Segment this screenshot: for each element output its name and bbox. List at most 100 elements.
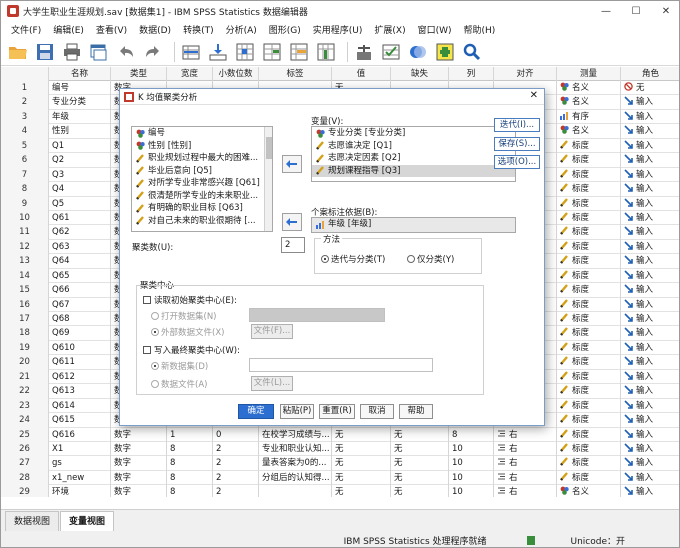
table-row[interactable]: 28 x1_new 数字 8 2 分组后的认知得... 无无 10 右标度 输入 xyxy=(1,470,679,486)
cell-values[interactable]: 无 xyxy=(332,441,391,457)
cell-name[interactable]: 编号 xyxy=(49,81,111,96)
target-variable-item[interactable]: 专业分类 [专业分类] xyxy=(312,127,515,140)
cell-measure[interactable]: 标度 xyxy=(557,470,621,486)
header-align[interactable]: 对齐 xyxy=(494,67,557,81)
cell-label[interactable] xyxy=(259,485,332,497)
cell-name[interactable]: 专业分类 xyxy=(49,95,111,110)
cell-name[interactable]: Q611 xyxy=(49,355,111,370)
cell-measure[interactable]: 标度 xyxy=(557,340,621,356)
cell-columns[interactable]: 10 xyxy=(449,470,494,486)
cell-role[interactable]: 输入 xyxy=(621,269,679,283)
header-role[interactable]: 角色 xyxy=(621,67,679,81)
cell-name[interactable]: Q614 xyxy=(49,398,111,414)
move-to-variables-button[interactable] xyxy=(282,155,302,173)
insert-case-icon[interactable] xyxy=(288,41,310,63)
cell-measure[interactable]: 标度 xyxy=(557,225,621,240)
cell-name[interactable]: Q63 xyxy=(49,239,111,255)
header-width[interactable]: 宽度 xyxy=(167,67,213,81)
cell-missing[interactable]: 无 xyxy=(391,485,449,497)
header-values[interactable]: 值 xyxy=(332,67,391,81)
cell-name[interactable]: gs xyxy=(49,456,111,471)
cell-width[interactable]: 8 xyxy=(167,470,213,486)
cell-role[interactable]: 输入 xyxy=(621,197,679,211)
table-row[interactable]: 25 Q616 数字 1 0 在校学习成绩与... 无无 8 右标度 输入 xyxy=(1,427,679,442)
cell-width[interactable]: 8 xyxy=(167,485,213,497)
cell-name[interactable]: 性别 xyxy=(49,124,111,139)
source-variable-item[interactable]: 毕业后意向 [Q5] xyxy=(132,165,272,178)
cell-measure[interactable]: 标度 xyxy=(557,413,621,428)
cell-role[interactable]: 输入 xyxy=(621,110,679,124)
cell-role[interactable]: 输入 xyxy=(621,370,679,384)
cell-width[interactable]: 1 xyxy=(167,427,213,442)
scrollbar-thumb[interactable] xyxy=(266,137,272,159)
cell-role[interactable]: 输入 xyxy=(621,153,679,167)
cell-role[interactable]: 输入 xyxy=(621,95,679,109)
cell-name[interactable]: x1_new xyxy=(49,470,111,486)
source-list-scrollbar[interactable] xyxy=(264,127,272,231)
insert-variable-icon[interactable] xyxy=(315,41,337,63)
cell-columns[interactable]: 8 xyxy=(449,427,494,442)
variables-target-list[interactable]: 专业分类 [专业分类] 志愿谁决定 [Q1] 志愿决定因素 [Q2] 规划课程指导 [… xyxy=(311,126,516,182)
cell-decimals[interactable]: 2 xyxy=(213,470,259,486)
menu-help[interactable]: 帮助(H) xyxy=(458,23,502,36)
method-iterate-option[interactable]: 迭代与分类(T) xyxy=(321,253,385,265)
split-file-icon[interactable] xyxy=(261,41,283,63)
menu-window[interactable]: 窗口(W) xyxy=(412,23,458,36)
cell-role[interactable]: 输入 xyxy=(621,428,679,442)
move-to-case-label-button[interactable] xyxy=(282,213,302,231)
cell-name[interactable]: 年级 xyxy=(49,109,111,125)
options-button[interactable]: 选项(O)... xyxy=(494,155,540,169)
recall-dialog-icon[interactable] xyxy=(88,41,110,63)
menu-extensions[interactable]: 扩展(X) xyxy=(368,23,411,36)
save-button[interactable]: 保存(S)... xyxy=(494,137,540,151)
cell-label[interactable]: 分组后的认知得... xyxy=(259,470,332,486)
cell-name[interactable]: Q61 xyxy=(49,210,111,226)
cell-measure[interactable]: 名义 xyxy=(557,81,621,96)
cell-measure[interactable]: 名义 xyxy=(557,485,621,497)
cell-measure[interactable]: 标度 xyxy=(557,283,621,298)
use-sets-icon[interactable] xyxy=(434,41,456,63)
cell-role[interactable]: 输入 xyxy=(621,124,679,138)
cell-role[interactable]: 输入 xyxy=(621,254,679,268)
cell-role[interactable]: 输入 xyxy=(621,312,679,326)
cell-type[interactable]: 数字 xyxy=(111,441,167,457)
cell-role[interactable]: 输入 xyxy=(621,471,679,485)
menu-utilities[interactable]: 实用程序(U) xyxy=(307,23,369,36)
cell-decimals[interactable]: 2 xyxy=(213,456,259,471)
cell-measure[interactable]: 标度 xyxy=(557,326,621,341)
cell-name[interactable]: Q615 xyxy=(49,413,111,428)
cell-measure[interactable]: 标度 xyxy=(557,196,621,211)
cell-name[interactable]: 环境 xyxy=(49,485,111,497)
cell-align[interactable]: 右 xyxy=(494,427,557,442)
cell-role[interactable]: 输入 xyxy=(621,211,679,225)
cell-measure[interactable]: 名义 xyxy=(557,124,621,139)
cell-measure[interactable]: 标度 xyxy=(557,456,621,471)
read-initial-option[interactable]: 读取初始聚类中心(E): xyxy=(143,294,237,306)
cell-decimals[interactable]: 2 xyxy=(213,485,259,497)
cell-name[interactable]: Q616 xyxy=(49,427,111,442)
cell-measure[interactable]: 名义 xyxy=(557,95,621,110)
cell-name[interactable]: Q68 xyxy=(49,312,111,327)
table-row[interactable]: 29 环境 数字 8 2 无无 10 右名义 输入 xyxy=(1,485,679,497)
cell-measure[interactable]: 标度 xyxy=(557,138,621,154)
goto-case-icon[interactable] xyxy=(180,41,202,63)
variables-icon[interactable] xyxy=(234,41,256,63)
cell-name[interactable]: Q2 xyxy=(49,153,111,168)
cell-width[interactable]: 8 xyxy=(167,441,213,457)
case-label-field[interactable]: 年级 [年级] xyxy=(311,217,516,233)
menu-transform[interactable]: 转换(T) xyxy=(177,23,220,36)
cell-label[interactable]: 量表答案为0的... xyxy=(259,456,332,471)
target-variable-item[interactable]: 志愿决定因素 [Q2] xyxy=(312,152,515,165)
table-row[interactable]: 27 gs 数字 8 2 量表答案为0的... 无无 10 右标度 输入 xyxy=(1,456,679,471)
source-variable-item[interactable]: 有明确的职业目标 [Q63] xyxy=(132,202,272,215)
menu-edit[interactable]: 编辑(E) xyxy=(47,23,90,36)
iterate-button[interactable]: 迭代(I)... xyxy=(494,118,540,132)
cell-label[interactable]: 在校学习成绩与... xyxy=(259,427,332,442)
cell-role[interactable]: 输入 xyxy=(621,456,679,470)
cell-align[interactable]: 右 xyxy=(494,441,557,457)
redo-icon[interactable] xyxy=(142,41,164,63)
maximize-button[interactable]: ☐ xyxy=(621,1,651,21)
source-variable-item[interactable]: 编号 xyxy=(132,127,272,140)
header-label[interactable]: 标签 xyxy=(259,67,332,81)
print-icon[interactable] xyxy=(61,41,83,63)
